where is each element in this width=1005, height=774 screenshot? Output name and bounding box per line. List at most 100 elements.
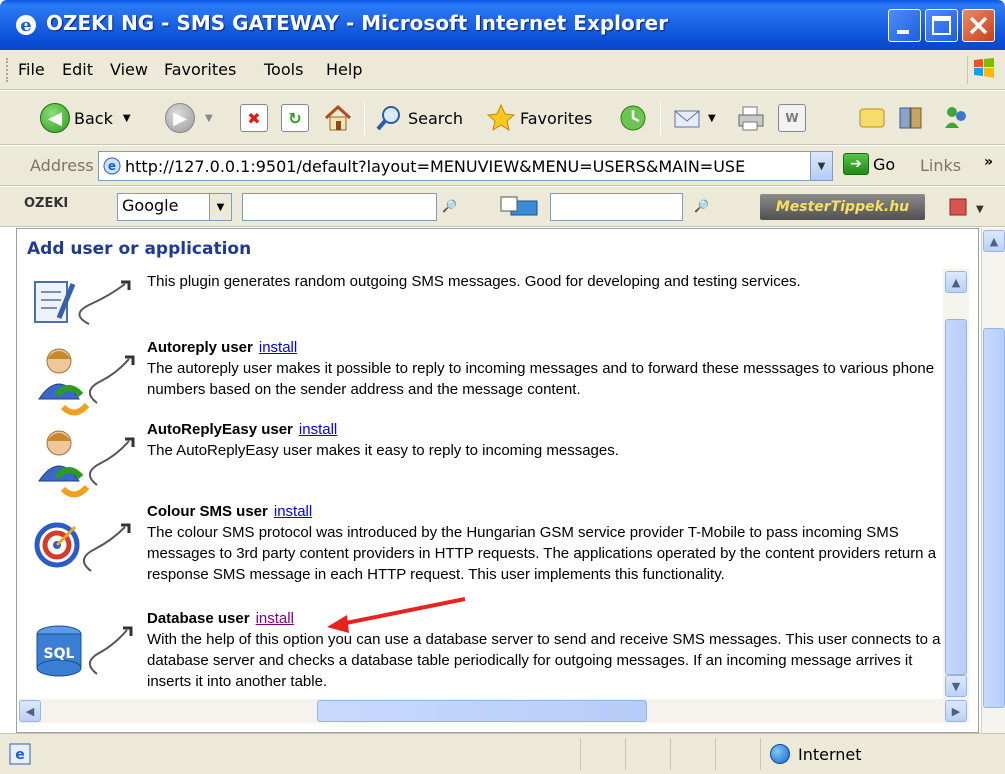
favorites-label: Favorites — [520, 108, 593, 128]
scroll-up-icon[interactable]: ▲ — [945, 271, 967, 293]
list-item: Colour SMS user install The colour SMS pr… — [19, 501, 959, 601]
colour-sms-user-icon — [34, 522, 131, 572]
database-sql-icon: SQL — [36, 625, 133, 677]
scroll-left-icon[interactable]: ◀ — [19, 700, 41, 722]
window-scroll-up-icon[interactable]: ▲ — [983, 230, 1005, 252]
autoreply-user-icon — [38, 348, 135, 416]
mail-dropdown-icon[interactable]: ▼ — [708, 113, 716, 124]
item-description: With the help of this option you can use… — [147, 631, 941, 690]
sql-icon-label: SQL — [44, 646, 75, 662]
page-content: Add user or application This plugin gene… — [16, 228, 979, 733]
menu-file[interactable]: File — [18, 60, 45, 79]
window-vertical-scrollbar[interactable]: ▲ — [981, 228, 1005, 733]
close-button[interactable] — [962, 9, 995, 42]
edit-button[interactable]: W — [778, 99, 806, 137]
scroll-right-icon[interactable]: ▶ — [945, 700, 967, 722]
horizontal-scroll-thumb[interactable] — [317, 700, 647, 722]
inner-vertical-scrollbar[interactable]: ▲ ▼ — [943, 269, 969, 699]
menu-view[interactable]: View — [110, 60, 148, 79]
stop-icon: ✖ — [240, 104, 268, 132]
address-label: Address — [30, 156, 94, 175]
address-dropdown-icon[interactable]: ▼ — [810, 152, 832, 180]
item-text: AutoReplyEasy user install The AutoReplyE… — [147, 419, 947, 461]
list-item: Autoreply user install The autoreply user… — [19, 337, 959, 421]
status-bar: e Internet — [0, 733, 1005, 774]
section-title: Add user or application — [27, 239, 252, 259]
windows-logo-icon — [967, 56, 997, 84]
forward-button[interactable]: ▶ ▼ — [165, 99, 213, 137]
item-text: Colour SMS user install The colour SMS pr… — [147, 501, 947, 585]
title-bar: e OZEKI NG - SMS GATEWAY - Microsoft Int… — [0, 0, 1005, 50]
toolbar-options-icon[interactable]: ▼ — [946, 195, 986, 219]
install-link[interactable]: install — [259, 339, 297, 356]
research-button[interactable] — [896, 99, 928, 137]
scroll-thumb[interactable] — [945, 319, 967, 675]
maximize-icon — [932, 16, 951, 35]
item-description: The autoreply user makes it possible to … — [147, 360, 935, 398]
print-button[interactable] — [735, 99, 767, 137]
back-label: Back — [74, 108, 113, 128]
search-engine-select[interactable]: Google ▼ — [117, 193, 232, 221]
links-label[interactable]: Links — [920, 156, 961, 175]
list-item: This plugin generates random outgoing SM… — [19, 269, 959, 329]
messenger-button[interactable] — [940, 99, 972, 137]
install-link[interactable]: install — [274, 503, 312, 520]
toolbar-second-input[interactable] — [550, 193, 683, 221]
horizontal-scrollbar[interactable]: ◀ ▶ — [19, 699, 969, 723]
translate-icon[interactable] — [497, 195, 541, 219]
address-bar: Address e http://127.0.0.1:9501/default?… — [0, 146, 1005, 186]
svg-text:▼: ▼ — [976, 204, 984, 215]
address-input[interactable]: e http://127.0.0.1:9501/default?layout=M… — [98, 151, 833, 181]
second-go-icon[interactable]: 🔎 — [694, 199, 709, 213]
menu-tools[interactable]: Tools — [264, 60, 303, 79]
scroll-down-icon[interactable]: ▼ — [945, 675, 967, 697]
mail-button[interactable]: ▼ — [672, 99, 716, 137]
toolbar-search-input[interactable] — [242, 193, 437, 221]
item-name: Autoreply user — [147, 339, 253, 356]
back-button[interactable]: ◀ Back ▼ — [40, 99, 131, 137]
page-status-icon: e — [9, 743, 31, 765]
maximize-button[interactable] — [925, 9, 958, 42]
menu-favorites[interactable]: Favorites — [164, 60, 236, 79]
item-description: The AutoReplyEasy user makes it easy to … — [147, 442, 619, 459]
standard-toolbar: ◀ Back ▼ ▶ ▼ ✖ ↻ Search Favorites ▼ W — [0, 91, 1005, 145]
page-icon: e — [103, 157, 121, 175]
favorites-button[interactable]: Favorites — [486, 99, 592, 137]
item-description: This plugin generates random outgoing SM… — [147, 273, 801, 290]
item-text: Autoreply user install The autoreply user… — [147, 337, 947, 400]
list-item: SQL Database user install With the help o… — [19, 608, 959, 698]
window-scroll-thumb[interactable] — [983, 328, 1005, 708]
search-button[interactable]: Search — [374, 99, 463, 137]
search-go-icon[interactable]: 🔎 — [442, 199, 457, 213]
install-link[interactable]: install — [299, 421, 337, 438]
menu-edit[interactable]: Edit — [62, 60, 93, 79]
back-arrow-icon: ◀ — [40, 103, 70, 133]
annotation-arrow — [327, 597, 466, 633]
install-link[interactable]: install — [256, 610, 294, 627]
history-icon — [620, 105, 646, 131]
list-item: AutoReplyEasy user install The AutoReplyE… — [19, 419, 959, 503]
menu-help[interactable]: Help — [326, 60, 362, 79]
discuss-button[interactable] — [856, 99, 888, 137]
select-dropdown-icon[interactable]: ▼ — [209, 194, 231, 220]
close-icon — [969, 16, 988, 35]
forward-dropdown-icon[interactable]: ▼ — [205, 113, 213, 124]
svg-text:e: e — [15, 747, 25, 763]
zone-label: Internet — [798, 744, 862, 764]
address-url: http://127.0.0.1:9501/default?layout=MEN… — [125, 156, 746, 176]
chevron-right-icon[interactable]: » — [984, 154, 993, 170]
go-label: Go — [873, 154, 896, 174]
minimize-button[interactable] — [888, 9, 921, 42]
ozeki-toolbar: OZEKI Google ▼ 🔎 🔎 MesterTippek.hu ▼ — [0, 187, 1005, 227]
history-button[interactable] — [618, 99, 648, 137]
refresh-button[interactable]: ↻ — [281, 99, 309, 137]
back-dropdown-icon[interactable]: ▼ — [123, 113, 131, 124]
stop-button[interactable]: ✖ — [240, 99, 268, 137]
mestertippek-logo[interactable]: MesterTippek.hu — [760, 194, 925, 220]
refresh-icon: ↻ — [281, 104, 309, 132]
item-description: The colour SMS protocol was introduced b… — [147, 524, 937, 583]
search-icon — [376, 106, 400, 131]
home-button[interactable] — [322, 99, 354, 137]
go-button[interactable]: ➔ Go — [843, 153, 895, 175]
word-edit-icon: W — [778, 104, 806, 132]
